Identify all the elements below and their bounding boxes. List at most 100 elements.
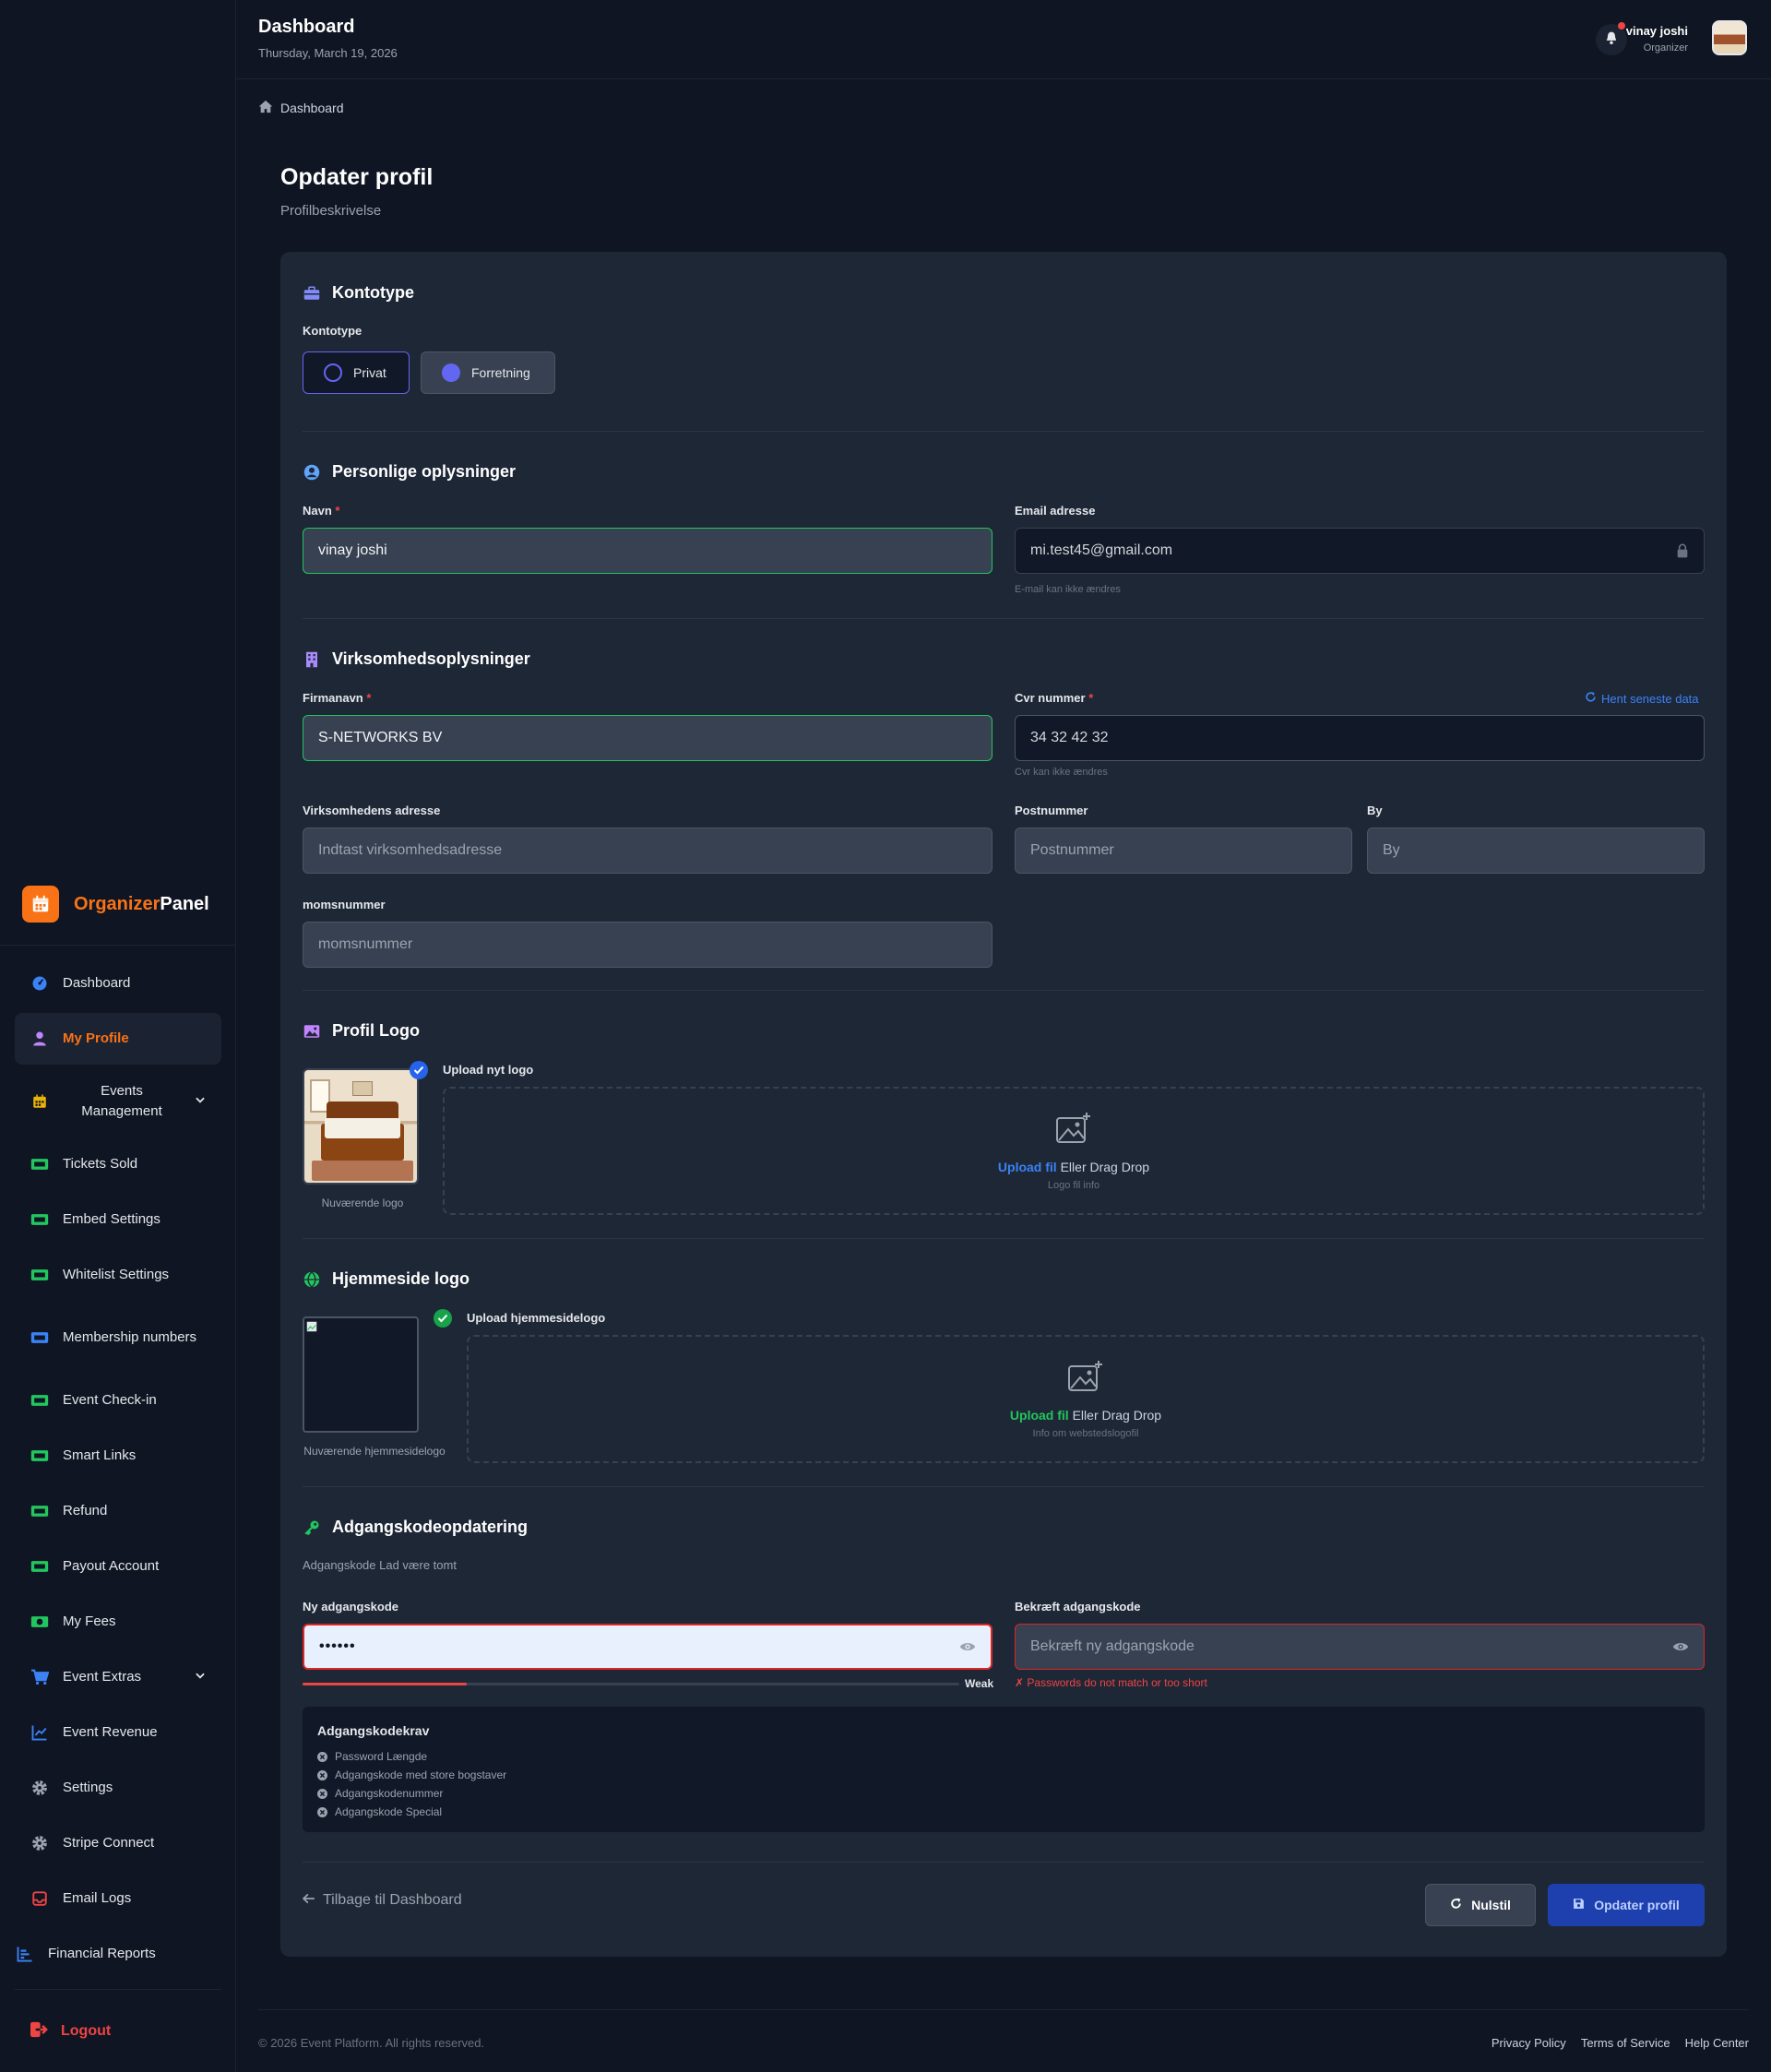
user-icon bbox=[30, 1029, 50, 1049]
confirm-password-label: Bekræft adgangskode bbox=[1015, 1600, 1141, 1614]
gear-icon bbox=[30, 1833, 50, 1853]
sidebar-item-payout-account[interactable]: Payout Account bbox=[15, 1541, 221, 1592]
sidebar-item-my-fees[interactable]: My Fees bbox=[15, 1596, 221, 1648]
sidebar-item-smart-links[interactable]: Smart Links bbox=[15, 1430, 221, 1482]
dropzone-info: Logo fil info bbox=[1047, 1180, 1100, 1191]
zip-input[interactable]: Postnummer bbox=[1015, 828, 1352, 874]
city-input[interactable]: By bbox=[1367, 828, 1705, 874]
chevron-down-icon[interactable] bbox=[194, 1669, 207, 1685]
x-circle-icon bbox=[317, 1806, 327, 1817]
email-value: mi.test45@gmail.com bbox=[1030, 542, 1173, 558]
website-logo-dropzone[interactable]: Upload fil Eller Drag Drop Info om webst… bbox=[467, 1335, 1705, 1463]
logout-label: Logout bbox=[61, 2023, 112, 2039]
sidebar-item-email-logs[interactable]: Email Logs bbox=[15, 1873, 221, 1924]
sidebar-item-whitelist-settings[interactable]: Whitelist Settings bbox=[15, 1249, 221, 1301]
sidebar-item-label: Payout Account bbox=[63, 1558, 160, 1574]
current-logo-image bbox=[303, 1068, 419, 1185]
current-website-logo-caption: Nuværende hjemmesidelogo bbox=[303, 1445, 446, 1458]
email-field[interactable]: mi.test45@gmail.com bbox=[1015, 528, 1705, 574]
logout-icon bbox=[30, 2021, 48, 2042]
bar-chart-icon bbox=[15, 1944, 35, 1964]
upload-file-link[interactable]: Upload fil bbox=[1010, 1408, 1069, 1423]
sidebar-item-label: Email Logs bbox=[63, 1890, 132, 1906]
sidebar-item-my-profile[interactable]: My Profile bbox=[15, 1013, 221, 1065]
chevron-down-icon[interactable] bbox=[194, 1093, 207, 1110]
account-type-private-option[interactable]: Privat bbox=[303, 351, 410, 394]
password-value: •••••• bbox=[319, 1638, 356, 1654]
chart-line-icon bbox=[30, 1722, 50, 1743]
sidebar-item-stripe-connect[interactable]: Stripe Connect bbox=[15, 1817, 221, 1869]
x-circle-icon bbox=[317, 1788, 327, 1799]
password-strength-fill bbox=[303, 1683, 467, 1685]
sidebar-item-tickets-sold[interactable]: Tickets Sold bbox=[15, 1138, 221, 1190]
sidebar-item-event-check-in[interactable]: Event Check-in bbox=[15, 1375, 221, 1426]
password-strength-label: Weak bbox=[965, 1677, 994, 1690]
sidebar-item-refund[interactable]: Refund bbox=[15, 1485, 221, 1537]
ticket-icon bbox=[30, 1154, 50, 1174]
confirm-password-input[interactable]: Bekræft ny adgangskode bbox=[1015, 1624, 1705, 1670]
notification-dot bbox=[1618, 22, 1625, 30]
name-input[interactable]: vinay joshi bbox=[303, 528, 992, 574]
dropzone-text: Upload fil Eller Drag Drop bbox=[997, 1160, 1150, 1174]
requirements-list: Password Længde Adgangskode med store bo… bbox=[317, 1747, 506, 1821]
sidebar-item-event-extras[interactable]: Event Extras bbox=[15, 1651, 221, 1703]
requirement-item: Adgangskode med store bogstaver bbox=[317, 1766, 506, 1784]
sidebar-item-event-revenue[interactable]: Event Revenue bbox=[15, 1707, 221, 1758]
option-label: Forretning bbox=[471, 365, 530, 380]
calendar-icon bbox=[22, 886, 59, 923]
breadcrumb-label: Dashboard bbox=[280, 101, 344, 115]
sidebar-item-label: Stripe Connect bbox=[63, 1835, 155, 1851]
briefcase-icon bbox=[303, 284, 321, 303]
cvr-input[interactable]: 34 32 42 32 bbox=[1015, 715, 1705, 761]
reset-label: Nulstil bbox=[1471, 1898, 1511, 1912]
section-title: Personlige oplysninger bbox=[332, 462, 517, 481]
notification-button[interactable] bbox=[1596, 22, 1627, 55]
sidebar-nav: Dashboard My Profile Events Management T… bbox=[15, 958, 221, 1983]
vat-input[interactable]: momsnummer bbox=[303, 922, 992, 968]
upload-file-link[interactable]: Upload fil bbox=[998, 1160, 1057, 1174]
address-label: Virksomhedens adresse bbox=[303, 804, 441, 817]
account-type-business-option[interactable]: Forretning bbox=[421, 351, 555, 394]
sidebar-item-membership-numbers[interactable]: Membership numbers bbox=[15, 1304, 221, 1371]
sidebar-item-embed-settings[interactable]: Embed Settings bbox=[15, 1194, 221, 1245]
refresh-icon bbox=[1450, 1898, 1462, 1912]
terms-of-service-link[interactable]: Terms of Service bbox=[1581, 2036, 1670, 2050]
sidebar-item-label: Refund bbox=[63, 1503, 108, 1518]
update-profile-button[interactable]: Opdater profil bbox=[1548, 1884, 1705, 1926]
breadcrumb[interactable]: Dashboard bbox=[258, 100, 344, 116]
brand[interactable]: OrganizerPanel bbox=[22, 886, 209, 923]
logout-button[interactable]: Logout bbox=[15, 2006, 221, 2057]
back-to-dashboard-link[interactable]: Tilbage til Dashboard bbox=[302, 1892, 462, 1909]
reset-button[interactable]: Nulstil bbox=[1425, 1884, 1536, 1926]
sidebar-item-dashboard[interactable]: Dashboard bbox=[15, 958, 221, 1009]
vat-label: momsnummer bbox=[303, 898, 386, 911]
avatar[interactable] bbox=[1712, 20, 1747, 55]
privacy-policy-link[interactable]: Privacy Policy bbox=[1492, 2036, 1566, 2050]
sidebar-divider bbox=[0, 945, 236, 946]
section-password: Adgangskodeopdatering bbox=[303, 1518, 528, 1537]
help-center-link[interactable]: Help Center bbox=[1685, 2036, 1749, 2050]
sidebar-item-financial-reports[interactable]: Financial Reports bbox=[15, 1928, 221, 1980]
user-name[interactable]: vinay joshi bbox=[1626, 24, 1688, 38]
company-name-input[interactable]: S-NETWORKS BV bbox=[303, 715, 992, 761]
logo-dropzone[interactable]: Upload fil Eller Drag Drop Logo fil info bbox=[443, 1087, 1705, 1215]
x-circle-icon bbox=[317, 1751, 327, 1762]
sidebar-item-events-management[interactable]: Events Management bbox=[15, 1068, 221, 1135]
gear-icon bbox=[30, 1778, 50, 1798]
sidebar-item-label: Membership numbers bbox=[63, 1329, 197, 1345]
sidebar-item-settings[interactable]: Settings bbox=[15, 1762, 221, 1814]
new-password-input[interactable]: •••••• bbox=[303, 1624, 992, 1670]
name-label: Navn * bbox=[303, 504, 340, 518]
requirement-item: Adgangskode Special bbox=[317, 1803, 506, 1821]
eye-icon[interactable] bbox=[1672, 1640, 1689, 1653]
password-requirements: Adgangskodekrav Password Længde Adgangsk… bbox=[303, 1707, 1705, 1832]
sidebar-item-label: My Fees bbox=[63, 1614, 116, 1629]
sidebar-item-label: Tickets Sold bbox=[63, 1156, 138, 1172]
eye-icon[interactable] bbox=[959, 1640, 976, 1653]
new-password-label: Ny adgangskode bbox=[303, 1600, 399, 1614]
fetch-latest-data-link[interactable]: Hent seneste data bbox=[1585, 691, 1699, 706]
ticket-icon bbox=[30, 1265, 50, 1285]
radio-checked-icon bbox=[442, 363, 460, 382]
current-logo-caption: Nuværende logo bbox=[321, 1197, 404, 1209]
address-input[interactable]: Indtast virksomhedsadresse bbox=[303, 828, 992, 874]
